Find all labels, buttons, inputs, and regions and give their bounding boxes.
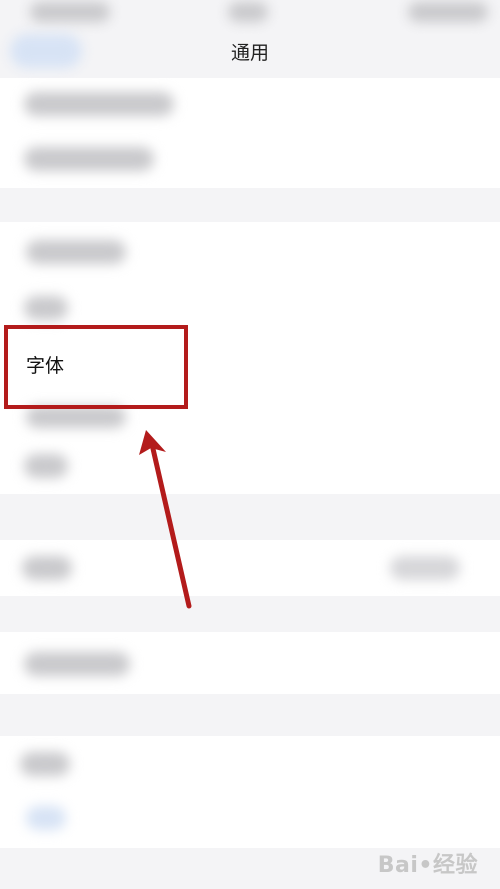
list-item[interactable] [0,222,500,282]
status-icons [408,2,488,22]
list-item[interactable] [0,78,500,133]
list-item[interactable] [0,792,500,848]
list-item[interactable] [0,540,500,596]
settings-group-5 [0,736,500,848]
list-item[interactable] [0,632,500,694]
settings-group-4 [0,632,500,694]
highlight-box [4,325,188,409]
list-item[interactable] [0,736,500,792]
page-title: 通用 [230,42,269,64]
baidu-jingyan-watermark: Bai•经验 [377,853,478,878]
settings-group-1 [0,78,500,188]
settings-group-3 [0,540,500,596]
status-time [30,2,110,22]
status-notch [228,2,268,22]
list-item[interactable] [0,133,500,188]
status-bar [0,0,500,28]
list-item[interactable] [0,442,500,494]
